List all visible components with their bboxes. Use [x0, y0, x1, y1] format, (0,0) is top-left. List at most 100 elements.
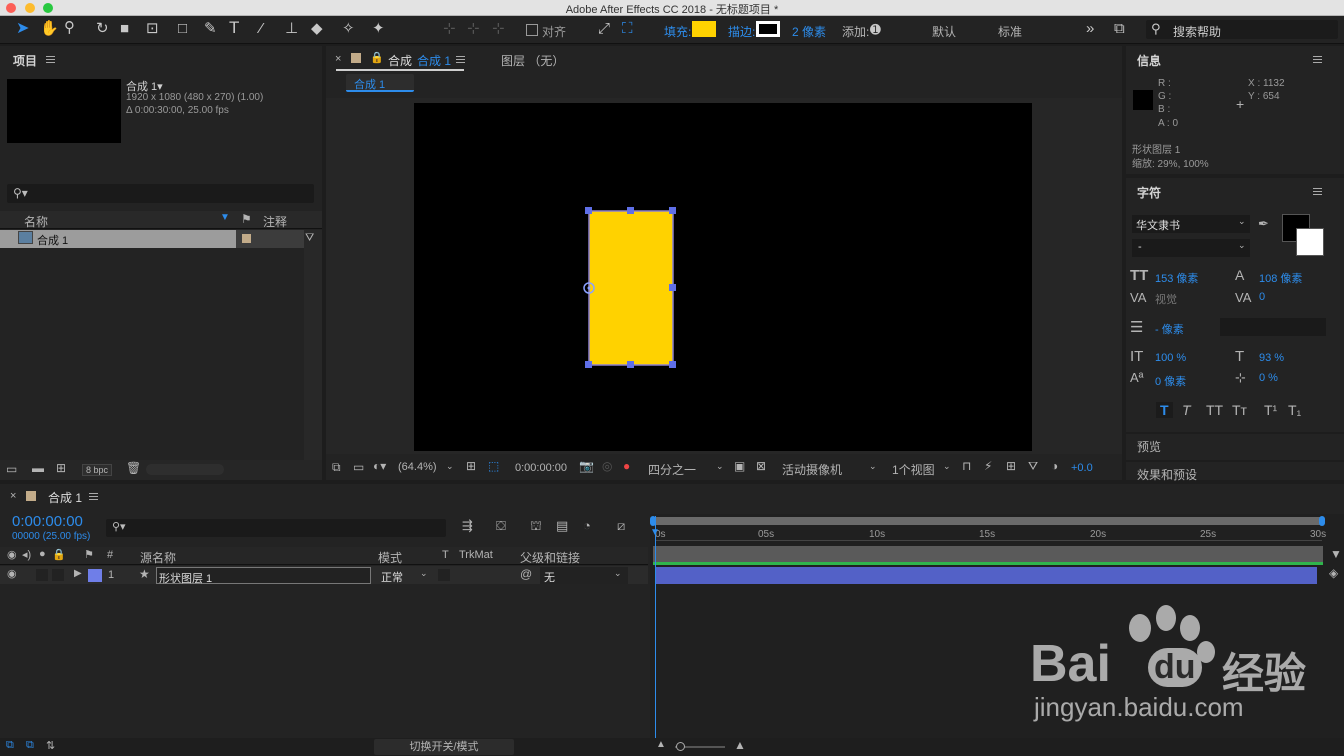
timeline-search-input[interactable]: ⚲▾ [106, 519, 446, 537]
new-folder-icon[interactable]: ▬ [32, 461, 44, 475]
layer-switches-icon[interactable]: ⧉ [6, 739, 14, 752]
small-caps-button[interactable]: Tт [1232, 402, 1247, 418]
pick-whip-icon[interactable]: @ [520, 567, 532, 581]
preview-panel[interactable]: 预览 [1126, 434, 1344, 460]
current-time[interactable]: 0:00:00:00 [515, 462, 567, 474]
workspace-default[interactable]: 默认 [932, 23, 956, 40]
resolution-chevron-icon[interactable]: ⌄ [716, 461, 724, 472]
sync-settings-icon[interactable]: ⧉ [1114, 21, 1125, 37]
camera-chevron-icon[interactable]: ⌄ [869, 461, 877, 472]
composition-canvas[interactable] [414, 103, 1032, 451]
camera-dropdown[interactable]: 活动摄像机 [782, 461, 842, 478]
column-name-header[interactable]: 名称 [24, 213, 48, 230]
transparency-grid-icon[interactable]: ⬚ [488, 459, 499, 473]
zoom-chevron-icon[interactable]: ⌄ [446, 461, 454, 472]
exposure-value[interactable]: +0.0 [1071, 462, 1093, 474]
mask-icon[interactable]: ◐▾ [373, 459, 386, 473]
workspace-standard[interactable]: 标准 [998, 23, 1022, 40]
always-preview-icon[interactable]: ⧉ [332, 460, 341, 475]
motion-blur-icon[interactable]: ◔ [583, 518, 591, 533]
eraser-tool-icon[interactable]: ◆ [311, 21, 323, 37]
menu-flag-icon[interactable]: ▼ [1330, 547, 1342, 561]
zoom-out-icon[interactable]: ▲ [656, 739, 666, 750]
font-size-value[interactable]: 153 像素 [1155, 270, 1198, 286]
view-axis-icon[interactable]: ⊹ [492, 21, 505, 37]
pan-behind-tool-icon[interactable]: ⊡ [146, 21, 159, 37]
snap-features-icon[interactable]: ⛶ [622, 21, 633, 37]
label-tag-icon[interactable]: ⚑ [241, 212, 252, 226]
horizontal-scale-value[interactable]: 93 % [1259, 352, 1284, 364]
timeline-tab-name[interactable]: 合成 1 [48, 489, 82, 506]
timeline-icon[interactable]: ⊞ [1006, 459, 1016, 473]
work-area-bar[interactable] [653, 517, 1323, 525]
lock-icon[interactable]: 🔒 [370, 51, 384, 64]
zoom-in-icon[interactable]: ▲ [734, 738, 746, 752]
flowchart-icon[interactable]: ⛛ [1028, 459, 1038, 474]
info-panel-menu-icon[interactable] [1313, 56, 1322, 63]
roto-brush-tool-icon[interactable]: ✧ [342, 21, 355, 37]
tsume-value[interactable]: 0 % [1259, 372, 1278, 384]
parent-dropdown[interactable]: 无 ⌄ [540, 567, 628, 584]
stroke-color-box[interactable] [1296, 228, 1324, 256]
superscript-button[interactable]: T¹ [1264, 402, 1277, 418]
workspace-more-icon[interactable]: » [1086, 21, 1094, 37]
shape-layer-rectangle[interactable] [414, 103, 1032, 451]
col-mode[interactable]: 模式 [378, 549, 402, 566]
transfer-controls-icon[interactable]: ⧉ [26, 739, 34, 752]
faux-bold-button[interactable]: T [1156, 402, 1173, 418]
comp-tab-prefix[interactable]: 合成 [388, 52, 412, 69]
puppet-pin-tool-icon[interactable]: ✦ [372, 21, 385, 37]
comp-panel-menu-icon[interactable] [456, 56, 465, 63]
timeline-panel-menu-icon[interactable] [89, 493, 98, 500]
toggle-switches-modes-button[interactable]: 切换开关/模式 [374, 739, 514, 755]
font-family-dropdown[interactable]: 华文隶书 ⌄ [1132, 215, 1250, 233]
audio-icon[interactable]: ◂) [22, 548, 31, 561]
viewer-area[interactable] [326, 98, 1122, 454]
character-panel-menu-icon[interactable] [1313, 188, 1322, 195]
resolution-dropdown[interactable]: 四分之一 [648, 461, 696, 478]
zoom-dropdown[interactable]: (64.4%) [398, 461, 437, 473]
layer-label-swatch[interactable] [88, 569, 102, 582]
hand-tool-icon[interactable]: ✋ [40, 21, 59, 37]
layer-name-field[interactable]: 形状图层 1 [156, 567, 371, 585]
fill-color-swatch[interactable] [692, 21, 716, 37]
faux-italic-button[interactable]: T [1182, 402, 1191, 418]
comp-mini-flowchart-icon[interactable]: ⇶ [462, 518, 473, 534]
visibility-eye-icon[interactable]: ◉ [7, 567, 17, 580]
frame-blending-icon[interactable]: ▤ [556, 518, 568, 534]
fast-preview-icon[interactable]: ⚡ [984, 459, 992, 473]
rectangle-tool-icon[interactable]: □ [178, 21, 187, 37]
close-tab-icon[interactable]: × [10, 490, 16, 502]
interpret-footage-icon[interactable]: ▭ [6, 462, 17, 476]
all-caps-button[interactable]: TT [1206, 402, 1223, 418]
pixel-aspect-icon[interactable]: ⊓ [962, 459, 971, 473]
channel-rgb-icon[interactable]: ● [623, 459, 630, 473]
font-style-dropdown[interactable]: - ⌄ [1132, 239, 1250, 257]
project-hscroll[interactable] [146, 464, 224, 475]
label-color-swatch[interactable] [242, 234, 251, 243]
views-dropdown[interactable]: 1个视图 [892, 461, 935, 478]
local-axis-icon[interactable]: ⊹ [443, 21, 456, 37]
in-out-icon[interactable]: ⇅ [46, 739, 55, 752]
type-tool-icon[interactable]: T [229, 19, 239, 36]
transparency-icon[interactable]: ⊠ [756, 459, 766, 473]
clone-stamp-tool-icon[interactable]: ⊥ [285, 21, 298, 37]
solo-toggle[interactable] [52, 569, 64, 581]
work-area-end-handle[interactable] [1319, 516, 1325, 526]
blend-mode-dropdown[interactable]: 正常 ⌄ [378, 567, 432, 584]
pen-tool-icon[interactable]: ✎ [204, 21, 217, 37]
lock-icon[interactable]: 🔒 [52, 548, 66, 561]
views-chevron-icon[interactable]: ⌄ [943, 461, 951, 472]
baseline-shift-value[interactable]: 0 像素 [1155, 373, 1186, 389]
col-trkmat[interactable]: TrkMat [459, 549, 493, 561]
zoom-tool-icon[interactable]: ⚲ [64, 20, 75, 36]
reset-exposure-icon[interactable]: ◑ [1051, 459, 1058, 473]
audio-toggle[interactable] [36, 569, 48, 581]
show-snapshot-icon[interactable]: ◎ [602, 459, 612, 473]
playhead-head-icon[interactable]: ▼ [650, 527, 660, 538]
project-search-input[interactable]: ⚲▾ [7, 184, 314, 203]
stroke-type-dropdown[interactable] [1220, 318, 1326, 336]
new-composition-icon[interactable]: ⊞ [56, 461, 66, 475]
region-of-interest-icon[interactable]: ▣ [734, 459, 745, 473]
shy-layers-icon[interactable]: ⛫ [530, 518, 542, 536]
